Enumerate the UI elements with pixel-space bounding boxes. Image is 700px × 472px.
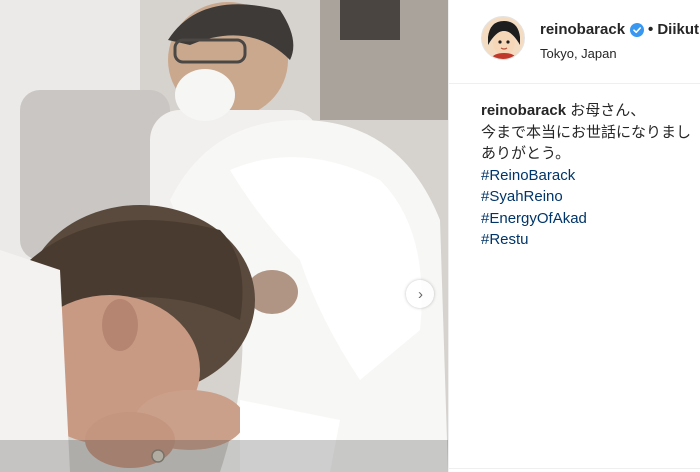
caption-username[interactable]: reinobarack: [481, 102, 566, 119]
hashtag-link[interactable]: #SyahReino: [481, 186, 700, 208]
hashtag-link[interactable]: #Restu: [481, 229, 700, 251]
following-button[interactable]: Diikuti: [657, 21, 700, 38]
caption-text-line: 今まで本当にお世話になりまし: [481, 123, 692, 141]
divider: [449, 468, 700, 469]
carousel-next-button[interactable]: ›: [406, 280, 434, 308]
hashtag-link[interactable]: #EnergyOfAkad: [481, 208, 700, 230]
chevron-right-icon: ›: [418, 285, 423, 303]
caption-line-1: reinobarack お母さん、: [481, 100, 700, 122]
post-username[interactable]: reinobarack: [540, 21, 625, 38]
post-side-panel: reinobarack • Diikuti Tokyo, Japan reino…: [448, 0, 700, 472]
post-header: reinobarack • Diikuti Tokyo, Japan: [449, 0, 700, 84]
photo-scene: [0, 0, 448, 472]
verified-badge-icon: [630, 22, 645, 37]
hashtag-link[interactable]: #ReinoBarack: [481, 165, 700, 187]
avatar[interactable]: [481, 16, 525, 60]
separator-dot: •: [648, 21, 654, 38]
post-photo[interactable]: ›: [0, 0, 448, 472]
caption-text-line: ありがとう。: [481, 145, 571, 162]
avatar-cartoon-icon: [482, 17, 524, 59]
post-caption: reinobarack お母さん、 今まで本当にお世話になりまし ありがとう。 …: [481, 100, 700, 251]
username-row: reinobarack • Diikuti: [540, 21, 700, 38]
caption-text-line: お母さん、: [570, 102, 646, 119]
post-location[interactable]: Tokyo, Japan: [540, 46, 617, 61]
